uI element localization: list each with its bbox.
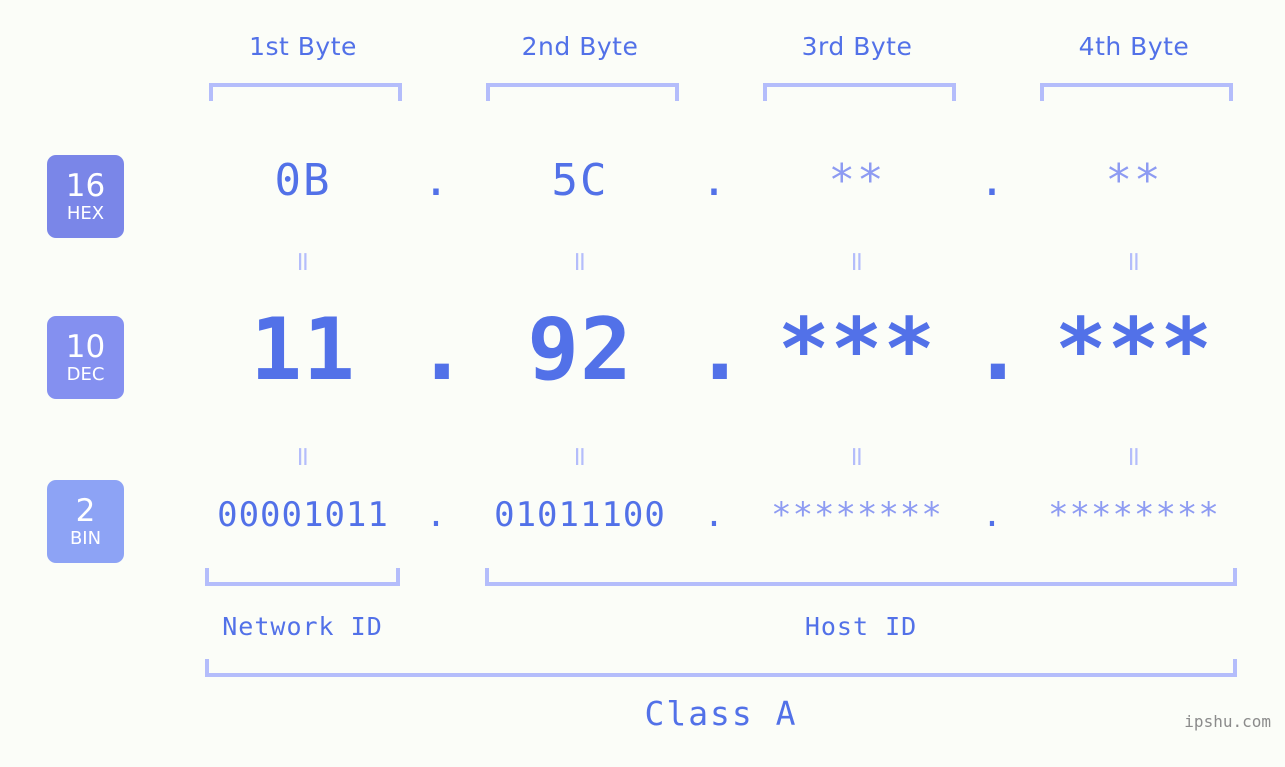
byte-bracket-1 <box>209 83 402 101</box>
radix-badge-bin-number: 2 <box>75 492 96 529</box>
host-id-label: Host ID <box>804 612 918 641</box>
class-bracket <box>205 659 1237 677</box>
watermark: ipshu.com <box>1184 712 1271 731</box>
radix-badge-dec-number: 10 <box>65 328 106 365</box>
host-id-bracket <box>485 568 1237 586</box>
hex-separator-1: . <box>422 155 450 206</box>
hex-separator-3: . <box>978 155 1006 206</box>
bin-separator-2: . <box>703 495 725 535</box>
byte-label-1: 1st Byte <box>249 32 357 61</box>
byte-bracket-2 <box>486 83 679 101</box>
radix-badge-hex-number: 16 <box>65 167 106 204</box>
byte-bracket-4 <box>1040 83 1233 101</box>
byte-label-3: 3rd Byte <box>801 32 913 61</box>
radix-badge-bin-name: BIN <box>69 527 102 549</box>
radix-badge-dec: 10 DEC <box>47 316 124 399</box>
radix-badge-hex-name: HEX <box>66 202 105 224</box>
byte-label-2: 2nd Byte <box>521 32 639 61</box>
radix-badge-dec-name: DEC <box>66 363 105 385</box>
bin-byte-4: ******** <box>1048 495 1220 535</box>
bin-separator-1: . <box>425 495 447 535</box>
dec-separator-1: . <box>416 300 468 400</box>
dec-separator-2: . <box>694 300 746 400</box>
bin-byte-1: 00001011 <box>217 495 389 535</box>
class-label: Class A <box>644 694 798 733</box>
radix-badge-bin: 2 BIN <box>47 480 124 563</box>
network-id-label: Network ID <box>222 612 383 641</box>
byte-label-4: 4th Byte <box>1078 32 1190 61</box>
hex-separator-2: . <box>700 155 728 206</box>
byte-bracket-3 <box>763 83 956 101</box>
dec-separator-3: . <box>972 300 1024 400</box>
bin-byte-3: ******** <box>771 495 943 535</box>
bin-separator-3: . <box>981 495 1003 535</box>
network-id-bracket <box>205 568 400 586</box>
radix-badge-hex: 16 HEX <box>47 155 124 238</box>
bin-byte-2: 01011100 <box>494 495 666 535</box>
